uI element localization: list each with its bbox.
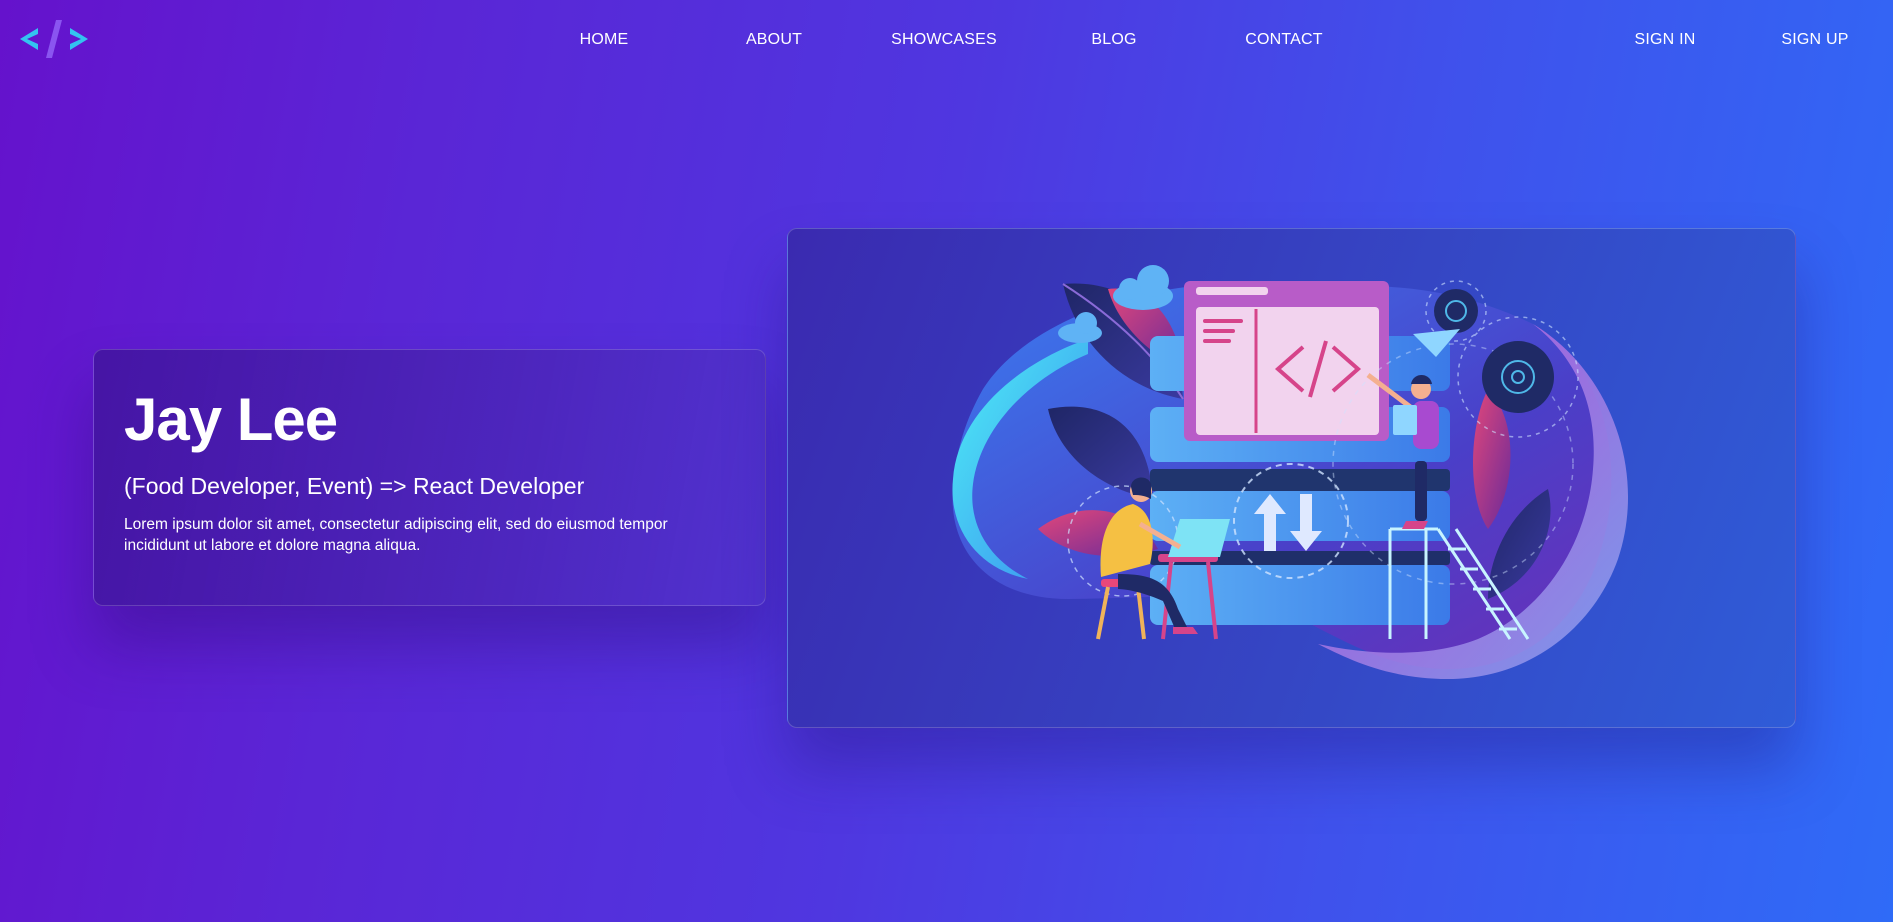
- hero-name: Jay Lee: [124, 386, 338, 453]
- developers-coding-illustration: [952, 265, 1629, 679]
- hero-description: Lorem ipsum dolor sit amet, consectetur …: [124, 516, 668, 554]
- hero-role: (Food Developer, Event) => React Develop…: [124, 473, 585, 499]
- sign-in-link[interactable]: SIGN IN: [1635, 30, 1696, 50]
- nav-contact-link[interactable]: CONTACT: [1245, 30, 1323, 50]
- sign-up-link[interactable]: SIGN UP: [1781, 30, 1848, 50]
- nav-home-link[interactable]: HOME: [580, 30, 629, 50]
- nav-showcases-link[interactable]: SHOWCASES: [891, 30, 997, 50]
- hero-card: Jay Lee (Food Developer, Event) => React…: [93, 349, 766, 606]
- nav-blog-link[interactable]: BLOG: [1091, 30, 1136, 50]
- code-brackets-icon[interactable]: [18, 18, 90, 60]
- illustration-card: [787, 228, 1796, 728]
- nav-about-link[interactable]: ABOUT: [746, 30, 802, 50]
